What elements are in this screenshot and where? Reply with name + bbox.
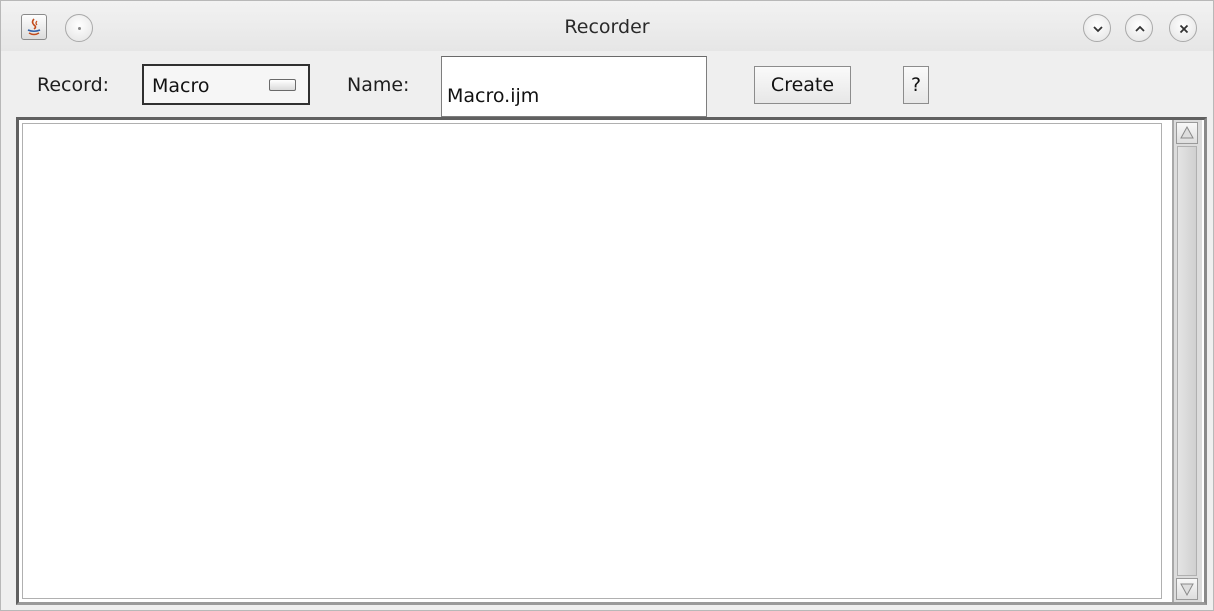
macro-text-area[interactable] [16, 117, 1207, 605]
record-label: Record: [37, 74, 110, 96]
scroll-down-button[interactable] [1176, 578, 1198, 600]
name-label: Name: [347, 74, 410, 96]
record-type-select[interactable]: Macro [142, 64, 310, 105]
help-button[interactable]: ? [903, 66, 929, 104]
arrow-up-icon [1180, 125, 1194, 139]
create-button[interactable]: Create [754, 66, 851, 104]
close-icon [1179, 24, 1189, 34]
maximize-button[interactable] [1125, 14, 1153, 42]
macro-text-content[interactable] [22, 123, 1162, 599]
maximize-icon [1135, 25, 1145, 32]
toolbar: Record: Macro Name: Create ? [1, 51, 1213, 117]
minimize-icon [1093, 26, 1103, 33]
name-input[interactable] [441, 56, 707, 117]
scroll-up-button[interactable] [1176, 122, 1198, 144]
vertical-scrollbar[interactable] [1172, 120, 1202, 602]
recorder-window: Recorder Record: Macro Name: Create ? [0, 0, 1214, 611]
window-title: Recorder [564, 16, 650, 38]
close-button[interactable] [1169, 14, 1197, 42]
arrow-down-icon [1180, 583, 1194, 597]
record-type-value: Macro [152, 75, 210, 97]
title-bar[interactable]: Recorder [1, 1, 1213, 51]
scrollbar-thumb[interactable] [1177, 146, 1197, 576]
minimize-button[interactable] [1083, 14, 1111, 42]
dropdown-indicator-icon [269, 79, 296, 91]
